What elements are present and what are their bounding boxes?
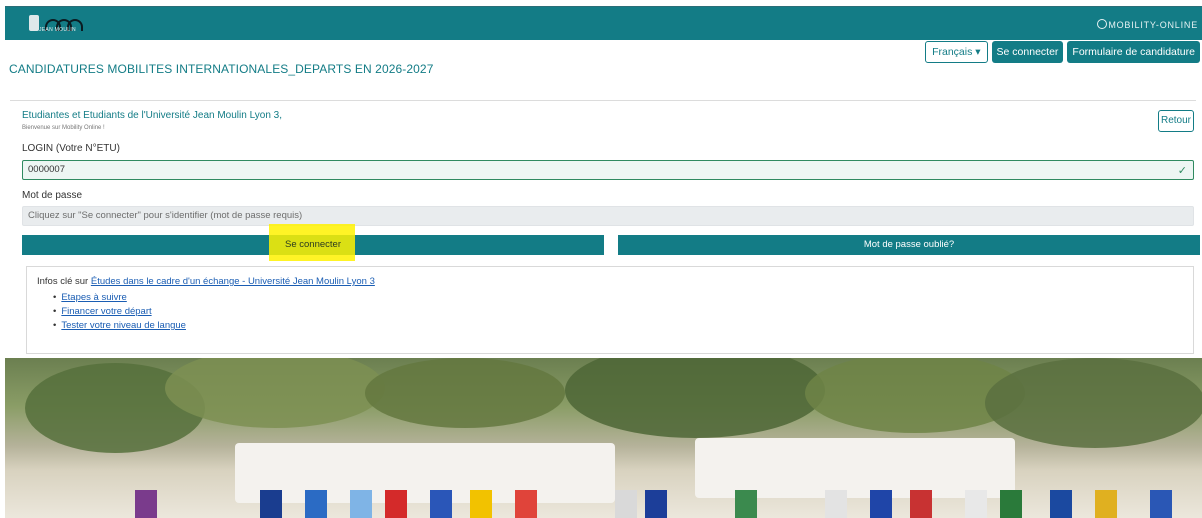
language-test-link[interactable]: Tester votre niveau de langue xyxy=(61,320,186,331)
campus-photo xyxy=(5,358,1202,518)
password-field[interactable]: Cliquez sur "Se connecter" pour s'identi… xyxy=(22,206,1194,226)
exchange-studies-link[interactable]: Études dans le cadre d'un échange - Univ… xyxy=(91,276,375,287)
check-icon: ✓ xyxy=(1177,165,1187,177)
crest-icon xyxy=(29,15,39,31)
login-value: 0000007 xyxy=(28,164,65,175)
login-panel: Etudiantes et Etudiants de l'Université … xyxy=(10,100,1200,354)
connect-button[interactable]: Se connecter xyxy=(22,224,604,261)
back-button[interactable]: Retour xyxy=(1158,110,1194,132)
info-box: Infos clé sur Études dans le cadre d'un … xyxy=(26,266,1194,354)
application-form-button[interactable]: Formulaire de candidature xyxy=(1067,41,1200,63)
header-buttons: Français ▾ Se connecter Formulaire de ca… xyxy=(925,41,1200,63)
list-item: Tester votre niveau de langue xyxy=(53,319,186,333)
connect-button-label: Se connecter xyxy=(285,239,341,250)
browser-page: JEAN MOULIN MOBILITY-ONLINE CANDIDATURES… xyxy=(5,6,1202,518)
globe-icon xyxy=(1097,19,1108,29)
university-sub-label: JEAN MOULIN xyxy=(39,27,76,33)
password-label: Mot de passe xyxy=(22,190,83,201)
login-label: LOGIN (Votre N°ETU) xyxy=(22,143,120,154)
login-nav-button[interactable]: Se connecter xyxy=(991,41,1064,63)
page-title: CANDIDATURES MOBILITES INTERNATIONALES_D… xyxy=(9,62,434,76)
login-field[interactable]: 0000007 ✓ xyxy=(22,160,1194,180)
header: CANDIDATURES MOBILITES INTERNATIONALES_D… xyxy=(5,39,1202,79)
greeting-text: Etudiantes et Etudiants de l'Université … xyxy=(22,110,283,121)
forgot-password-button[interactable]: Mot de passe oublié? xyxy=(618,235,1200,255)
steps-link[interactable]: Etapes à suivre xyxy=(61,292,126,303)
brand-text: MOBILITY-ONLINE xyxy=(1108,20,1198,30)
funding-link[interactable]: Financer votre départ xyxy=(61,306,151,317)
flags-garland xyxy=(5,458,1202,518)
info-line: Infos clé sur Études dans le cadre d'un … xyxy=(37,276,375,287)
list-item: Etapes à suivre xyxy=(53,291,186,305)
language-select[interactable]: Français ▾ xyxy=(925,41,988,63)
top-banner: JEAN MOULIN MOBILITY-ONLINE xyxy=(5,6,1202,40)
mobility-online-logo: MOBILITY-ONLINE xyxy=(1097,19,1198,30)
welcome-text: Bienvenue sur Mobility Online ! xyxy=(22,125,105,131)
info-links-list: Etapes à suivre Financer votre départ Te… xyxy=(53,291,186,333)
list-item: Financer votre départ xyxy=(53,305,186,319)
info-intro: Infos clé sur xyxy=(37,276,89,287)
